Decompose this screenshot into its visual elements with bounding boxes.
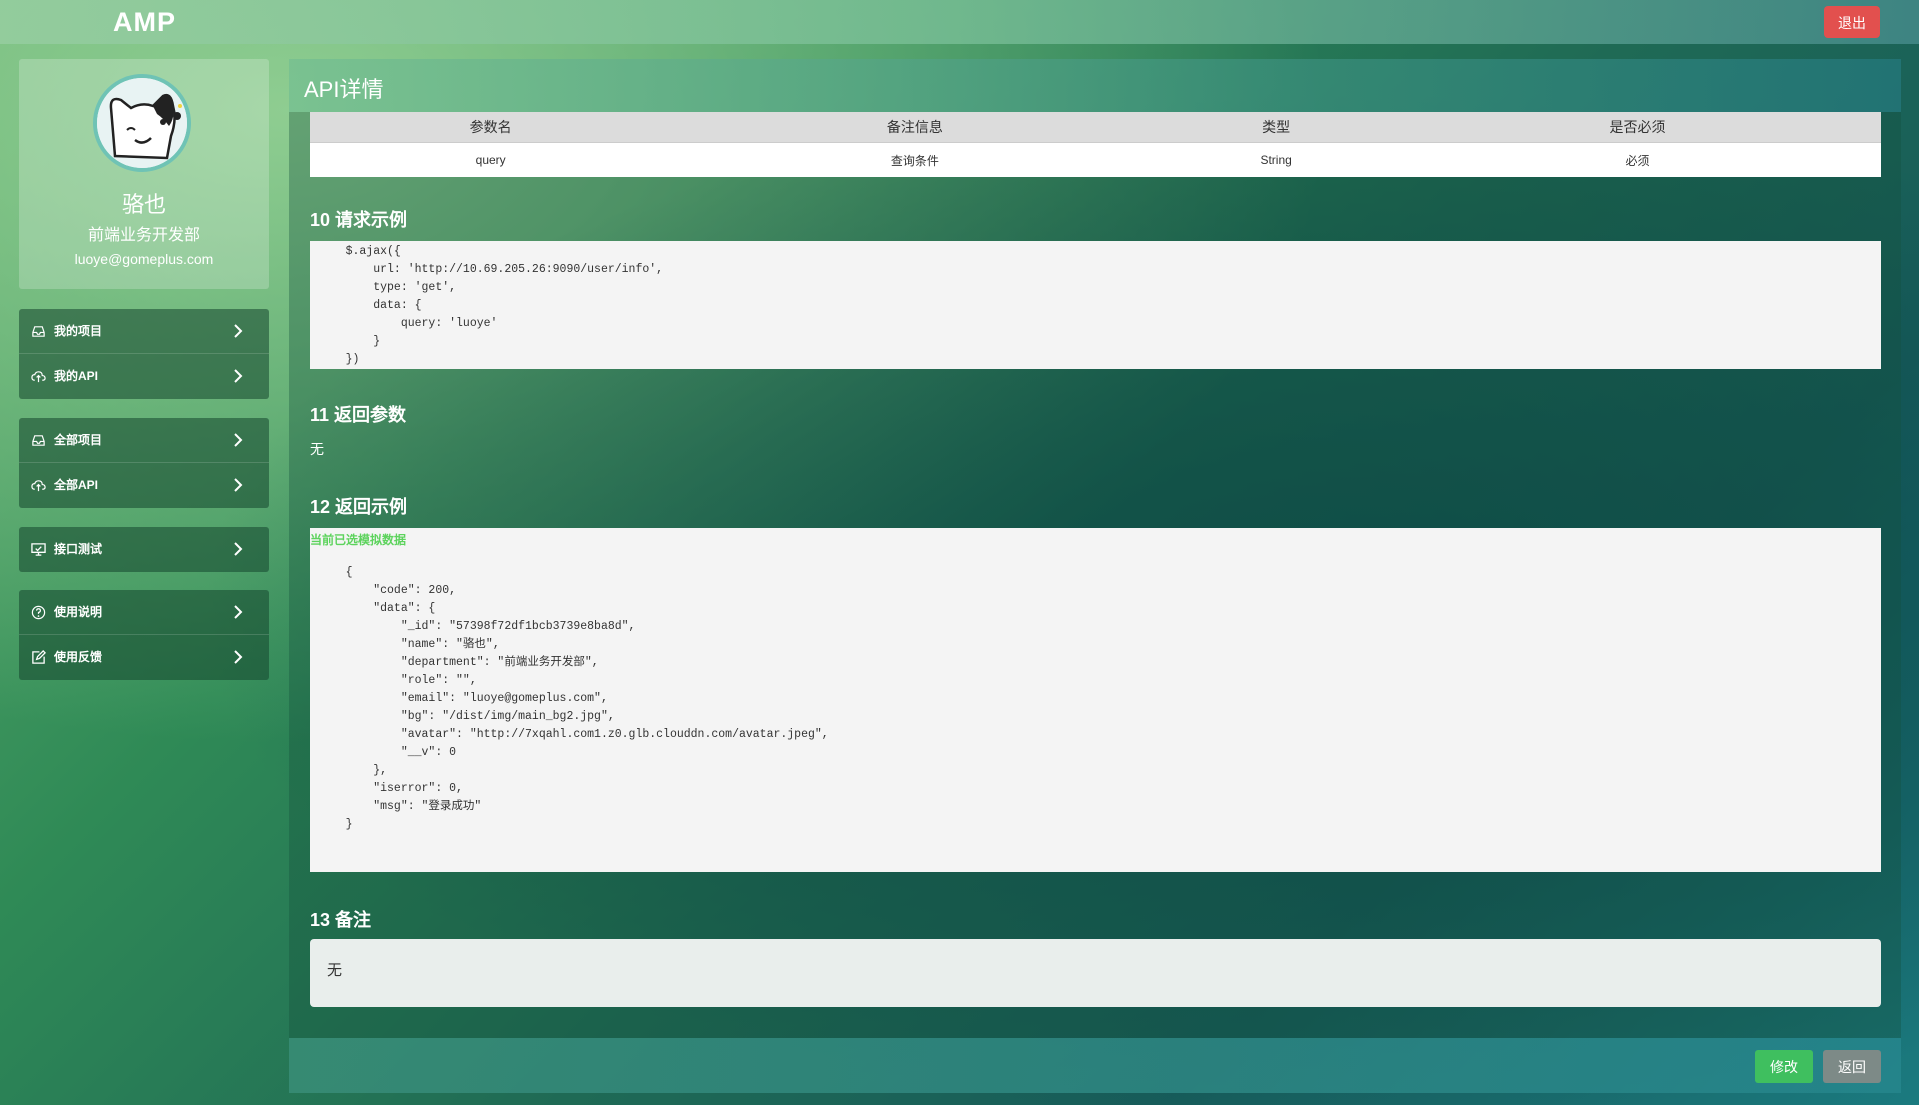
question-icon [31,605,46,620]
edit-button[interactable]: 修改 [1755,1050,1813,1083]
inbox-icon [32,435,45,446]
table-cell: 必须 [1393,142,1881,177]
request-example-code: $.ajax({ url: 'http://10.69.205.26:9090/… [310,241,1881,369]
sidebar-item-all-projects[interactable]: 全部项目 [19,418,269,463]
panel-header: API详情 [289,59,1901,112]
cloud-icon [31,371,46,383]
return-example-code: { "code": 200, "data": { "_id": "57398f7… [310,528,1881,872]
api-detail-panel: API详情 参数名 备注信息 类型 是否必须 query 查询条件 String… [289,59,1901,1093]
chevron-right-icon [234,650,243,664]
return-params-value: 无 [310,441,324,457]
sidebar-item-usage-guide[interactable]: 使用说明 [19,590,269,635]
section-title-request-example: 10 请求示例 [310,210,408,230]
app-logo[interactable]: AMP [113,7,176,38]
nav-group-all: 全部项目 全部API [19,418,269,508]
sidebar-item-feedback[interactable]: 使用反馈 [19,635,269,680]
table-cell: String [1158,142,1394,177]
column-header: 类型 [1158,112,1394,143]
profile-email: luoye@gomeplus.com [74,251,214,267]
sidebar-item-label: 全部项目 [54,433,103,447]
table-cell: 查询条件 [671,142,1159,177]
chevron-right-icon [234,478,243,492]
chevron-right-icon [234,433,243,447]
sidebar-item-label: 使用说明 [54,605,103,619]
panel-footer: 修改 返回 [289,1038,1901,1093]
profile-department: 前端业务开发部 [87,227,200,244]
table-row: query 查询条件 String 必须 [310,142,1881,177]
nav-group-mine: 我的项目 我的API [19,309,269,399]
sidebar-item-api-test[interactable]: 接口测试 [19,527,269,572]
profile-card: 骆也 前端业务开发部 luoye@gomeplus.com [19,59,269,289]
sidebar-item-label: 我的项目 [54,324,103,338]
edit-icon [32,650,46,664]
logout-button[interactable]: 退出 [1824,6,1880,38]
sidebar-item-my-projects[interactable]: 我的项目 [19,309,269,354]
nav-group-test: 接口测试 [19,527,269,572]
column-header: 参数名 [310,112,672,143]
chevron-right-icon [234,605,243,619]
avatar[interactable] [93,74,191,172]
chevron-right-icon [234,369,243,383]
section-title-return-example: 12 返回示例 [310,497,408,517]
profile-name: 骆也 [121,192,166,217]
table-header-row: 参数名 备注信息 类型 是否必须 [310,112,1881,143]
column-header: 是否必须 [1393,112,1881,143]
sidebar-item-my-api[interactable]: 我的API [19,354,269,399]
sidebar-item-all-api[interactable]: 全部API [19,463,269,508]
remark-box: 无 [310,939,1881,1007]
sidebar-item-label: 接口测试 [54,542,103,556]
back-button[interactable]: 返回 [1823,1050,1881,1083]
params-table: 参数名 备注信息 类型 是否必须 query 查询条件 String 必须 [310,112,1881,177]
panel-title: API详情 [304,77,384,102]
nav-group-help: 使用说明 使用反馈 [19,590,269,680]
monitor-icon [31,543,46,556]
sidebar-item-label: 使用反馈 [54,650,103,664]
chevron-right-icon [234,324,243,338]
dog-avatar-icon [97,78,187,168]
section-title-return-params: 11 返回参数 [310,405,407,425]
inbox-icon [32,326,45,337]
section-title-remark: 13 备注 [310,910,372,930]
top-bar: AMP 退出 [0,0,1919,44]
column-header: 备注信息 [671,112,1159,143]
table-cell: query [310,142,672,177]
cloud-icon [31,480,46,492]
chevron-right-icon [234,542,243,556]
sidebar-item-label: 我的API [54,369,99,383]
sidebar-item-label: 全部API [54,478,99,492]
mock-data-hint: 当前已选模拟数据 [310,533,407,547]
